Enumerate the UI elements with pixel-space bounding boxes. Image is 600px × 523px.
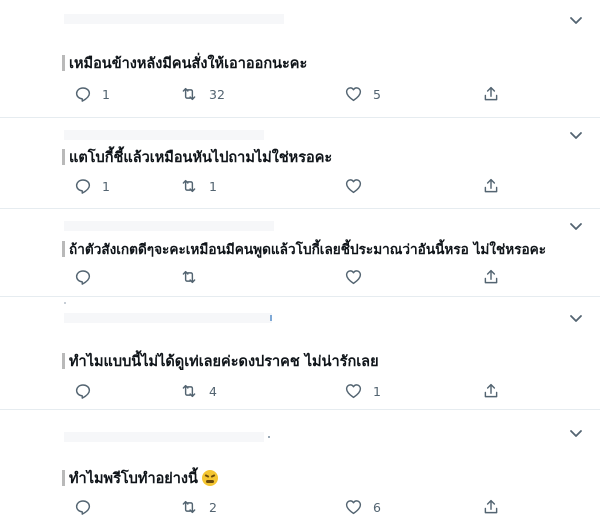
header-dot xyxy=(64,302,66,304)
like-button[interactable] xyxy=(344,176,373,196)
redacted-header xyxy=(64,14,284,24)
retweet-count: 4 xyxy=(209,383,217,399)
heart-icon xyxy=(345,270,362,285)
header-dot xyxy=(268,436,270,438)
chevron-down-icon xyxy=(570,430,582,437)
retweet-button[interactable]: 2 xyxy=(179,497,217,517)
tweet-item[interactable]: ทำไมพรีโบทำอย่างนี้ 2 6 xyxy=(0,410,600,523)
reply-icon xyxy=(75,87,91,102)
like-count: 5 xyxy=(373,86,381,102)
chevron-down-icon xyxy=(570,17,582,24)
chevron-down-icon xyxy=(570,315,582,322)
share-icon xyxy=(484,178,498,193)
reply-button[interactable] xyxy=(74,497,102,517)
chevron-down-icon xyxy=(570,223,582,230)
redacted-header xyxy=(64,130,264,140)
share-icon xyxy=(484,383,498,398)
like-button[interactable] xyxy=(344,267,373,287)
quote-bar xyxy=(62,149,65,165)
retweet-button[interactable]: 4 xyxy=(179,381,217,401)
quote-bar xyxy=(62,241,65,257)
tweet-actions: 2 6 xyxy=(74,497,514,517)
header-dot xyxy=(270,315,272,321)
quote-bar xyxy=(62,353,65,369)
quote-bar xyxy=(62,470,65,486)
share-button[interactable] xyxy=(482,84,500,104)
retweet-count: 2 xyxy=(209,499,217,515)
quote-bar xyxy=(62,55,65,71)
like-button[interactable]: 1 xyxy=(344,381,381,401)
retweet-icon xyxy=(182,87,196,101)
tweet-actions: 1 32 5 xyxy=(74,84,514,104)
retweet-button[interactable] xyxy=(179,267,209,287)
tweet-text: เหมือนข้างหลังมีคนสั่งให้เอาออกนะคะ xyxy=(69,55,308,72)
tweet-item[interactable]: แตโบกี้ชี้แล้วเหมือนหันไปถามไม่ใช่หรอคะ … xyxy=(0,118,600,209)
tweet-text: ทำไมแบบนี้ไม่ได้ดูเท่เลยค่ะดงปราคช ไม่น่… xyxy=(69,353,379,370)
like-count: 6 xyxy=(373,499,381,515)
tweet-body: ทำไมพรีโบทำอย่างนี้ xyxy=(62,467,580,489)
tweet-item[interactable]: ทำไมแบบนี้ไม่ได้ดูเท่เลยค่ะดงปราคช ไม่น่… xyxy=(0,297,600,410)
reply-button[interactable] xyxy=(74,381,102,401)
retweet-count: 32 xyxy=(209,86,225,102)
redacted-header xyxy=(64,432,264,442)
share-button[interactable] xyxy=(482,381,500,401)
retweet-icon xyxy=(182,384,196,398)
tweet-text: แตโบกี้ชี้แล้วเหมือนหันไปถามไม่ใช่หรอคะ xyxy=(69,149,333,166)
reply-button[interactable]: 1 xyxy=(74,84,110,104)
reply-count: 1 xyxy=(102,86,110,102)
heart-icon xyxy=(345,500,362,515)
emoji-mouth xyxy=(205,480,214,483)
more-options-button[interactable] xyxy=(568,310,584,326)
tweet-actions xyxy=(74,267,514,287)
tweet-actions: 1 1 xyxy=(74,176,514,196)
reply-icon xyxy=(75,500,91,515)
more-options-button[interactable] xyxy=(568,127,584,143)
more-options-button[interactable] xyxy=(568,12,584,28)
tweet-body: แตโบกี้ชี้แล้วเหมือนหันไปถามไม่ใช่หรอคะ xyxy=(62,146,580,168)
reply-icon xyxy=(75,384,91,399)
tweet-item[interactable]: ถ้าตัวสังเกตดีๆจะคะเหมือนมีคนพูดแล้วโบกี… xyxy=(0,209,600,297)
like-button[interactable]: 6 xyxy=(344,497,381,517)
chevron-down-icon xyxy=(570,132,582,139)
retweet-icon xyxy=(182,179,196,193)
share-icon xyxy=(484,269,498,284)
tweet-text: ถ้าตัวสังเกตดีๆจะคะเหมือนมีคนพูดแล้วโบกี… xyxy=(69,242,547,258)
tweet-body: ทำไมแบบนี้ไม่ได้ดูเท่เลยค่ะดงปราคช ไม่น่… xyxy=(62,350,580,372)
more-options-button[interactable] xyxy=(568,218,584,234)
heart-icon xyxy=(345,87,362,102)
like-button[interactable]: 5 xyxy=(344,84,381,104)
heart-icon xyxy=(345,384,362,399)
reply-icon xyxy=(75,270,91,285)
redacted-header xyxy=(64,313,272,323)
retweet-button[interactable]: 32 xyxy=(179,84,225,104)
tweet-feed: เหมือนข้างหลังมีคนสั่งให้เอาออกนะคะ 1 32… xyxy=(0,0,600,523)
tweet-item[interactable]: เหมือนข้างหลังมีคนสั่งให้เอาออกนะคะ 1 32… xyxy=(0,0,600,118)
tweet-body: ถ้าตัวสังเกตดีๆจะคะเหมือนมีคนพูดแล้วโบกี… xyxy=(62,238,580,260)
reply-button[interactable]: 1 xyxy=(74,176,110,196)
retweet-count: 1 xyxy=(209,178,217,194)
tweet-actions: 4 1 xyxy=(74,381,514,401)
share-button[interactable] xyxy=(482,267,500,287)
redacted-header xyxy=(64,221,274,231)
retweet-icon xyxy=(182,500,196,514)
share-button[interactable] xyxy=(482,497,500,517)
reply-count: 1 xyxy=(102,178,110,194)
retweet-button[interactable]: 1 xyxy=(179,176,217,196)
share-icon xyxy=(484,86,498,101)
heart-icon xyxy=(345,179,362,194)
like-count: 1 xyxy=(373,383,381,399)
retweet-icon xyxy=(182,270,196,284)
share-button[interactable] xyxy=(482,176,500,196)
confounded-face-emoji xyxy=(201,470,218,486)
more-options-button[interactable] xyxy=(568,425,584,441)
tweet-text: ทำไมพรีโบทำอย่างนี้ xyxy=(69,470,198,487)
reply-icon xyxy=(75,179,91,194)
tweet-body: เหมือนข้างหลังมีคนสั่งให้เอาออกนะคะ xyxy=(62,52,580,74)
reply-button[interactable] xyxy=(74,267,102,287)
share-icon xyxy=(484,499,498,514)
